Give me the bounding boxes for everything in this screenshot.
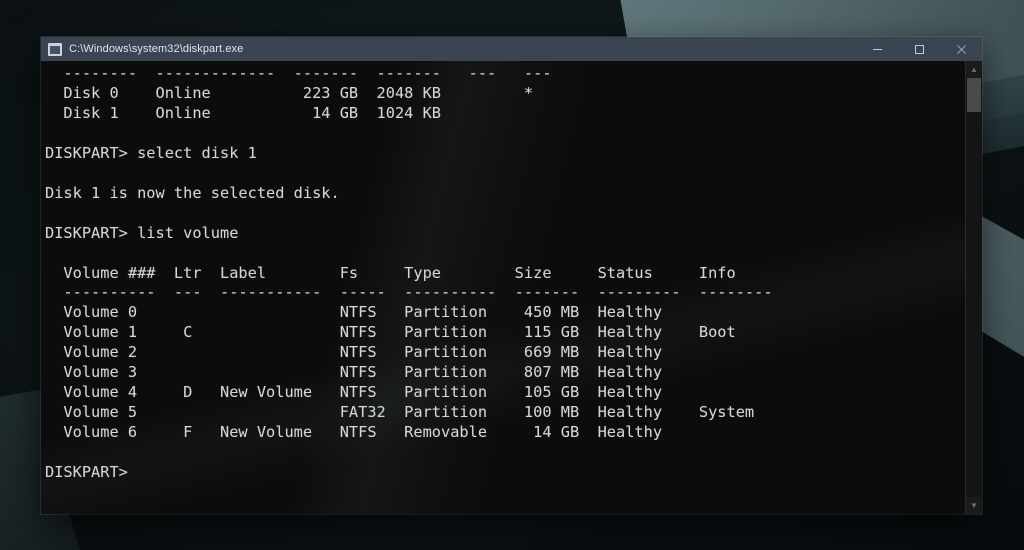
- minimize-button[interactable]: [856, 37, 898, 61]
- vertical-scrollbar[interactable]: ▲ ▼: [965, 61, 982, 514]
- console-window[interactable]: C:\Windows\system32\diskpart.exe -------…: [41, 37, 982, 514]
- scroll-down-arrow-icon[interactable]: ▼: [966, 497, 982, 514]
- maximize-button[interactable]: [898, 37, 940, 61]
- scrollbar-track[interactable]: [966, 78, 982, 497]
- close-button[interactable]: [940, 37, 982, 61]
- window-title: C:\Windows\system32\diskpart.exe: [69, 43, 856, 55]
- console-app-icon: [48, 43, 62, 56]
- scroll-up-arrow-icon[interactable]: ▲: [966, 61, 982, 78]
- scrollbar-thumb[interactable]: [967, 78, 981, 112]
- console-output-text[interactable]: -------- ------------- ------- ------- -…: [41, 61, 965, 514]
- title-bar[interactable]: C:\Windows\system32\diskpart.exe: [41, 37, 982, 61]
- console-body[interactable]: -------- ------------- ------- ------- -…: [41, 61, 982, 514]
